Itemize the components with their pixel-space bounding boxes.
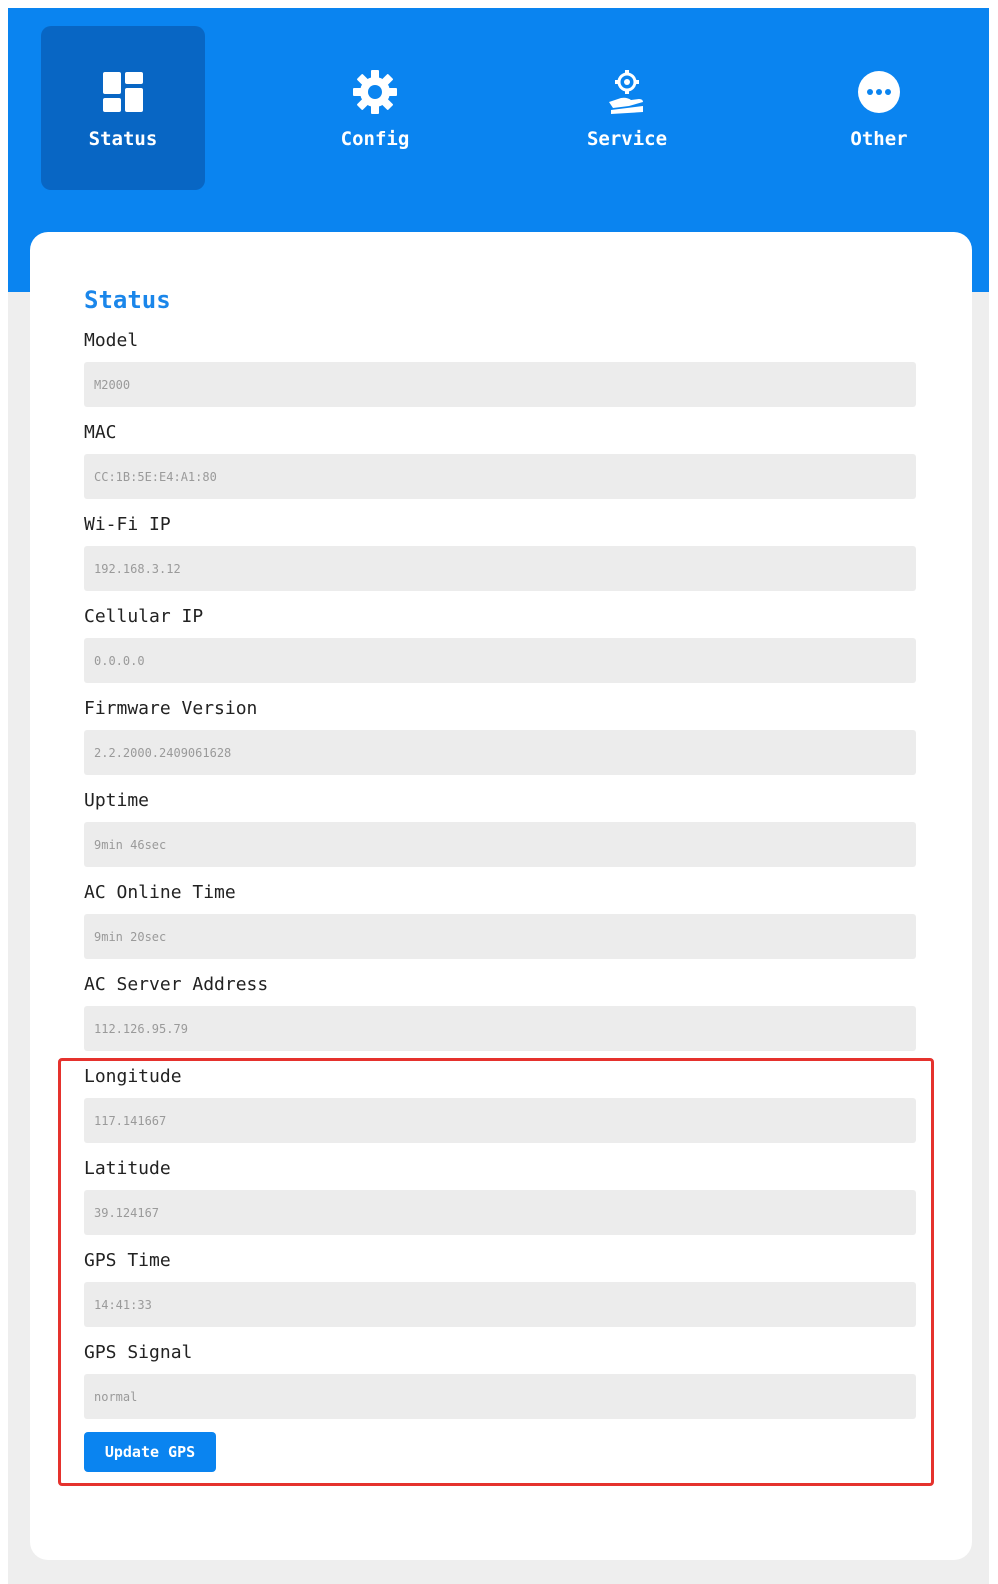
tab-status[interactable]: Status: [41, 26, 205, 190]
field-firmware-version[interactable]: 2.2.2000.2409061628: [84, 730, 916, 775]
field-label-cellular-ip: Cellular IP: [84, 606, 204, 627]
tab-other[interactable]: Other: [797, 26, 961, 190]
field-ac-online-time[interactable]: 9min 20sec: [84, 914, 916, 959]
field-label-latitude: Latitude: [84, 1158, 171, 1179]
status-card: Status Model M2000 MAC CC:1B:5E:E4:A1:80…: [30, 232, 972, 1560]
field-label-ac-server-address: AC Server Address: [84, 974, 269, 995]
field-model[interactable]: M2000: [84, 362, 916, 407]
section-title: Status: [84, 286, 171, 314]
tab-status-label: Status: [88, 128, 158, 150]
dashboard-icon: [103, 72, 143, 112]
field-cellular-ip[interactable]: 0.0.0.0: [84, 638, 916, 683]
field-gps-time[interactable]: 14:41:33: [84, 1282, 916, 1327]
update-gps-button[interactable]: Update GPS: [84, 1432, 216, 1472]
field-label-ac-online-time: AC Online Time: [84, 882, 236, 903]
top-nav: Status Config Service Other: [8, 8, 989, 208]
tab-service[interactable]: Service: [545, 26, 709, 190]
tab-config-label: Config: [340, 128, 410, 150]
field-mac[interactable]: CC:1B:5E:E4:A1:80: [84, 454, 916, 499]
field-gps-signal[interactable]: normal: [84, 1374, 916, 1419]
gear-icon: [353, 70, 397, 114]
field-ac-server-address[interactable]: 112.126.95.79: [84, 1006, 916, 1051]
field-label-uptime: Uptime: [84, 790, 150, 811]
tab-other-label: Other: [850, 128, 908, 150]
field-label-model: Model: [84, 330, 139, 351]
field-longitude[interactable]: 117.141667: [84, 1098, 916, 1143]
service-hand-gear-icon: [609, 70, 643, 114]
field-wifi-ip[interactable]: 192.168.3.12: [84, 546, 916, 591]
tab-config[interactable]: Config: [293, 26, 457, 190]
more-dots-icon: [858, 71, 900, 113]
field-label-gps-time: GPS Time: [84, 1250, 171, 1271]
field-label-mac: MAC: [84, 422, 117, 443]
field-label-wifi-ip: Wi-Fi IP: [84, 514, 171, 535]
tab-service-label: Service: [586, 128, 668, 150]
field-uptime[interactable]: 9min 46sec: [84, 822, 916, 867]
field-label-firmware-version: Firmware Version: [84, 698, 258, 719]
field-label-longitude: Longitude: [84, 1066, 182, 1087]
field-latitude[interactable]: 39.124167: [84, 1190, 916, 1235]
field-label-gps-signal: GPS Signal: [84, 1342, 193, 1363]
